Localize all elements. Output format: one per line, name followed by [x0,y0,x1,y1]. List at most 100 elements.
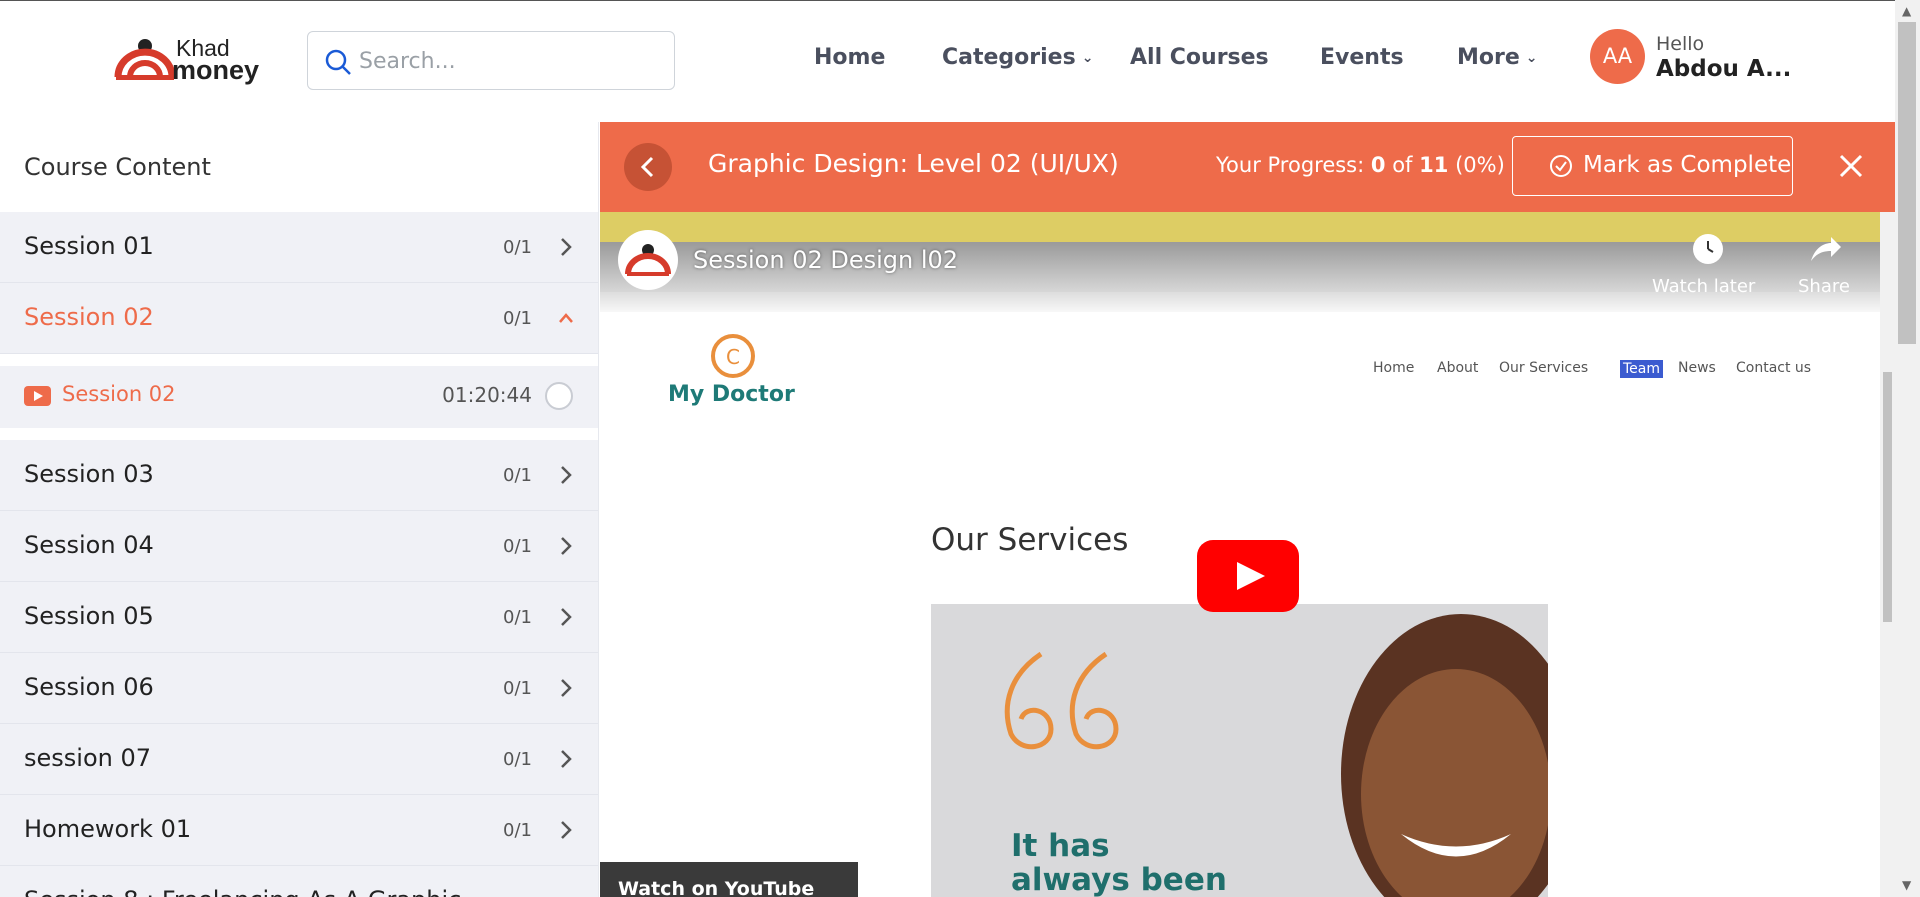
nav-all-courses-label: All Courses [1130,45,1269,70]
mark-complete-button[interactable]: Mark as Complete [1512,136,1793,196]
search-box[interactable] [307,31,675,90]
lesson-item[interactable]: Session 02 01:20:44 [0,366,598,428]
progress-total: 11 [1419,153,1449,177]
watch-on-label: Watch on [618,878,719,897]
chevron-right-icon [561,537,572,555]
session-count: 0/1 [503,237,532,258]
session-label: Session 02 [24,303,154,331]
session-row[interactable]: Session 03 0/1 [0,440,598,511]
chevron-right-icon [561,466,572,484]
watch-on-youtube-link[interactable]: Watch on YouTube [600,862,858,897]
course-title: Graphic Design: Level 02 (UI/UX) [708,149,1119,178]
spacer [0,354,598,366]
mark-complete-label: Mark as Complete [1583,152,1792,178]
recorded-browser-tabs [600,212,1880,242]
my-doctor-name: My Doctor [668,382,795,407]
video-title[interactable]: Session 02 Design l02 [693,246,958,274]
doctor-logo-icon: C [711,334,755,378]
scrollbar-thumb[interactable] [1883,372,1892,622]
lesson-label: Session 02 [62,382,176,406]
site-nav-item: Home [1373,360,1415,376]
chevron-right-icon [561,750,572,768]
nav-events-label: Events [1320,45,1404,70]
chevron-right-icon [561,238,572,256]
site-nav-item: Team [1620,360,1664,378]
session-row[interactable]: Session 8 : Freelancing As A Graphic [0,866,598,897]
session-label: Homework 01 [24,815,192,843]
channel-logo-icon [625,244,671,276]
search-icon [325,49,351,75]
video-play-icon [24,386,51,406]
youtube-play-button[interactable] [1197,540,1299,612]
avatar[interactable]: AA [1590,29,1645,84]
nav-more-label: More [1457,45,1520,70]
session-row-expanded[interactable]: Session 02 0/1 [0,283,598,354]
sidebar-title: Course Content [0,122,598,212]
session-label: Session 06 [24,673,154,701]
back-button[interactable] [624,143,672,191]
progress-text: Your Progress: 0 of 11 (0%) [1216,153,1505,177]
top-header: Khad money Home Categories⌄ All Courses … [0,0,1895,122]
share-button[interactable]: Share [1798,276,1850,297]
session-count: 0/1 [503,820,532,841]
session-count: 0/1 [503,465,532,486]
services-heading: Our Services [931,522,1129,558]
progress-done: 0 [1370,153,1386,177]
session-row[interactable]: session 07 0/1 [0,724,598,795]
clock-icon[interactable] [1693,234,1723,264]
site-nav-item: Contact us [1736,360,1812,376]
chevron-down-icon: ⌄ [1081,50,1094,66]
site-logo[interactable]: Khad money [114,35,264,85]
nav-categories-label: Categories [942,45,1076,70]
user-name[interactable]: Abdou A... [1656,56,1791,82]
page-scrollbar[interactable]: ▲ ▼ [1895,0,1920,897]
person-photo-icon [1341,614,1548,897]
greeting-text: Hello [1656,33,1705,55]
share-icon[interactable] [1809,235,1843,265]
session-row[interactable]: Session 05 0/1 [0,582,598,653]
svg-text:C: C [726,345,740,369]
session-row[interactable]: Session 01 0/1 [0,212,598,283]
session-label: Session 04 [24,531,154,559]
session-row[interactable]: Session 04 0/1 [0,511,598,582]
session-row[interactable]: Session 06 0/1 [0,653,598,724]
session-count: 0/1 [503,308,532,329]
chevron-right-icon [561,679,572,697]
session-count: 0/1 [503,607,532,628]
chevron-right-icon [561,821,572,839]
nav-home[interactable]: Home [814,45,885,70]
chevron-up-icon [559,313,573,323]
check-circle-icon [1550,155,1572,177]
site-nav-item: News [1678,360,1716,376]
scrollbar-thumb[interactable] [1898,22,1916,344]
progress-percent: (0%) [1455,153,1505,177]
hero-line-2: always been [1011,862,1227,897]
video-scrollbar[interactable] [1880,212,1895,897]
watch-later-button[interactable]: Watch later [1652,276,1755,297]
channel-avatar[interactable] [618,230,678,290]
nav-all-courses[interactable]: All Courses [1130,45,1269,70]
lesson-complete-checkbox[interactable] [545,382,573,410]
quote-icon [1004,651,1119,750]
youtube-wordmark: YouTube [724,878,815,897]
my-doctor-logo: C My Doctor [668,332,798,412]
logo-text-money: money [172,55,260,85]
chevron-down-icon: ⌄ [1525,50,1538,66]
session-label: Session 03 [24,460,154,488]
site-nav-item: About [1437,360,1479,376]
site-nav-item: Our Services [1499,360,1589,376]
chevron-left-icon [640,156,654,178]
session-count: 0/1 [503,536,532,557]
session-label: Session 01 [24,232,154,260]
nav-more[interactable]: More ⌄ [1457,45,1538,70]
scroll-down-icon[interactable]: ▼ [1902,878,1911,892]
video-player[interactable]: C My Doctor Home About Our Services Team… [600,212,1880,897]
session-row[interactable]: Homework 01 0/1 [0,795,598,866]
scroll-up-icon[interactable]: ▲ [1902,4,1911,18]
nav-categories[interactable]: Categories ⌄ [942,45,1093,70]
nav-events[interactable]: Events [1320,45,1404,70]
hero-line-1: It has [1011,828,1110,864]
session-label: Session 8 : Freelancing As A Graphic [24,886,461,897]
close-icon[interactable] [1836,151,1866,181]
search-input[interactable] [359,42,659,80]
